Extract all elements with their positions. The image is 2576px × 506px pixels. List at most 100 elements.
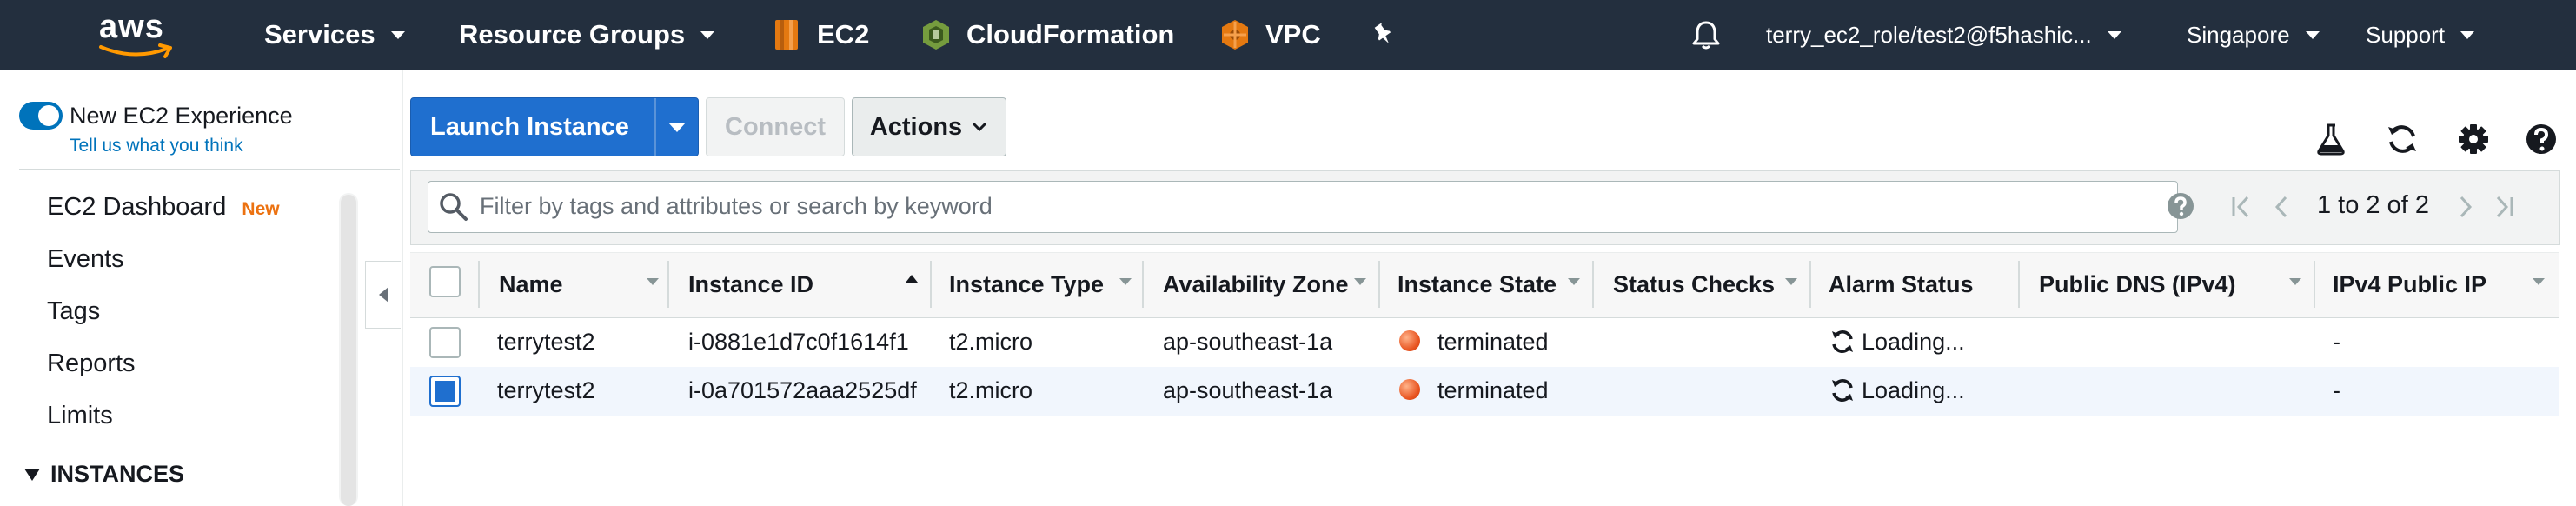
prev-page-icon[interactable]	[2272, 195, 2291, 219]
column-header-public-dns[interactable]: Public DNS (IPv4)	[2039, 252, 2236, 316]
sidebar-section-instances[interactable]: INSTANCES	[24, 461, 184, 488]
cell-instance-type: t2.micro	[949, 377, 1033, 403]
cell-alarm-status: Loading...	[1862, 377, 1965, 403]
sidebar-scrollbar-thumb[interactable]	[341, 195, 356, 506]
pinned-cloudformation[interactable]: CloudFormation	[920, 0, 1174, 70]
services-menu[interactable]: Services	[264, 0, 405, 70]
sidebar-item-label: Limits	[47, 402, 113, 429]
first-page-icon[interactable]	[2230, 195, 2253, 219]
sidebar-item-label: EC2 Dashboard	[47, 193, 227, 221]
column-separator	[2018, 261, 2020, 308]
column-header-ipv4-public-ip[interactable]: IPv4 Public IP	[2333, 252, 2486, 316]
pinned-vpc[interactable]: VPC	[1218, 0, 1321, 70]
column-header-label: Availability Zone	[1163, 270, 1349, 297]
chevron-down-icon	[2305, 30, 2320, 39]
loading-spinner-icon	[1832, 379, 1853, 402]
column-header-status-checks[interactable]: Status Checks	[1613, 252, 1775, 316]
select-all-checkbox[interactable]	[429, 266, 461, 297]
row-checkbox[interactable]	[429, 327, 461, 358]
cell-instance-state: terminated	[1437, 329, 1549, 355]
column-header-label: IPv4 Public IP	[2333, 270, 2487, 297]
flask-icon[interactable]	[2314, 122, 2348, 156]
sort-caret-icon[interactable]	[2533, 278, 2545, 285]
column-header-label: Instance ID	[688, 270, 814, 297]
cell-alarm-status: Loading...	[1862, 329, 1965, 355]
column-header-instance-id[interactable]: Instance ID	[688, 252, 813, 316]
pin-menu[interactable]	[1370, 0, 1396, 70]
new-experience-toggle[interactable]	[19, 102, 63, 130]
chevron-down-icon	[668, 122, 686, 132]
column-header-label: Name	[499, 270, 563, 297]
help-icon[interactable]	[2524, 122, 2559, 156]
cell-ipv4-public-ip: -	[2333, 329, 2340, 355]
search-help-icon[interactable]	[2166, 191, 2195, 221]
connect-label: Connect	[725, 112, 826, 141]
sidebar-item-label: Events	[47, 245, 124, 273]
support-menu[interactable]: Support	[2366, 0, 2475, 70]
sort-ascending-icon[interactable]	[906, 275, 918, 283]
top-nav-bar: aws Services Resource Groups EC2 CloudFo…	[0, 0, 2576, 70]
sidebar-item-events[interactable]: Events	[47, 245, 124, 274]
launch-instance-label: Launch Instance	[430, 112, 629, 141]
sidebar-item-limits[interactable]: Limits	[47, 402, 113, 430]
row-checkbox[interactable]	[429, 376, 461, 407]
column-header-instance-state[interactable]: Instance State	[1398, 252, 1557, 316]
gear-icon[interactable]	[2456, 122, 2491, 156]
account-menu[interactable]: terry_ec2_role/test2@f5hashic...	[1766, 0, 2121, 70]
actions-button[interactable]: Actions	[852, 97, 1006, 156]
cell-instance-state: terminated	[1437, 377, 1549, 403]
sort-caret-icon[interactable]	[2289, 278, 2301, 285]
collapse-sidebar-button[interactable]	[365, 261, 401, 329]
resource-groups-label: Resource Groups	[459, 19, 686, 50]
services-label: Services	[264, 19, 375, 50]
actions-label: Actions	[869, 112, 963, 141]
sort-caret-icon[interactable]	[647, 278, 659, 285]
cell-instance-id: i-0881e1d7c0f1614f1	[688, 329, 909, 355]
section-label: INSTANCES	[50, 461, 185, 487]
sort-caret-icon[interactable]	[1119, 278, 1132, 285]
column-header-availability-zone[interactable]: Availability Zone	[1163, 252, 1349, 316]
terminated-status-icon	[1399, 379, 1420, 400]
aws-smile-icon	[99, 43, 172, 58]
sort-caret-icon[interactable]	[1785, 278, 1797, 285]
chevron-down-icon	[2460, 30, 2475, 39]
pinned-ec2[interactable]: EC2	[770, 0, 869, 70]
sidebar-item-ec2-dashboard[interactable]: EC2 Dashboard New	[47, 193, 280, 222]
launch-instance-button[interactable]: Launch Instance	[410, 97, 699, 156]
sidebar-item-label: Reports	[47, 350, 136, 377]
cell-ipv4-public-ip: -	[2333, 377, 2340, 403]
sort-caret-icon[interactable]	[1354, 278, 1366, 285]
column-header-label: Public DNS (IPv4)	[2039, 270, 2236, 297]
column-separator	[1378, 261, 1380, 308]
aws-logo[interactable]: aws	[97, 5, 176, 61]
column-header-instance-type[interactable]: Instance Type	[949, 252, 1104, 316]
column-header-label: Instance State	[1398, 270, 1557, 297]
feedback-link[interactable]: Tell us what you think	[70, 136, 243, 156]
notifications-button[interactable]	[1691, 0, 1721, 70]
pagination-text: 1 to 2 of 2	[2317, 191, 2429, 219]
chevron-down-icon	[390, 30, 405, 39]
sidebar-border	[402, 70, 403, 506]
refresh-icon[interactable]	[2385, 122, 2420, 156]
column-separator	[1142, 261, 1144, 308]
chevron-down-icon	[700, 30, 715, 39]
sidebar-item-tags[interactable]: Tags	[47, 297, 100, 326]
launch-dropdown-toggle[interactable]	[656, 122, 698, 132]
ec2-icon	[775, 20, 798, 50]
last-page-icon[interactable]	[2493, 195, 2515, 219]
sort-caret-icon[interactable]	[1568, 278, 1580, 285]
sidebar-item-label: Tags	[47, 297, 101, 325]
pin-icon	[1374, 23, 1391, 43]
sidebar-divider-line	[19, 169, 400, 170]
cell-instance-type: t2.micro	[949, 329, 1033, 355]
sidebar-item-reports[interactable]: Reports	[47, 350, 136, 378]
resource-groups-menu[interactable]: Resource Groups	[459, 0, 715, 70]
column-header-alarm-status[interactable]: Alarm Status	[1829, 252, 1974, 316]
connect-button[interactable]: Connect	[706, 97, 845, 156]
column-header-label: Alarm Status	[1829, 270, 1974, 297]
column-header-name[interactable]: Name	[499, 252, 563, 316]
aws-logo-text: aws	[99, 9, 164, 45]
next-page-icon[interactable]	[2456, 195, 2475, 219]
region-menu[interactable]: Singapore	[2187, 0, 2320, 70]
cell-instance-id: i-0a701572aaa2525df	[688, 377, 917, 403]
